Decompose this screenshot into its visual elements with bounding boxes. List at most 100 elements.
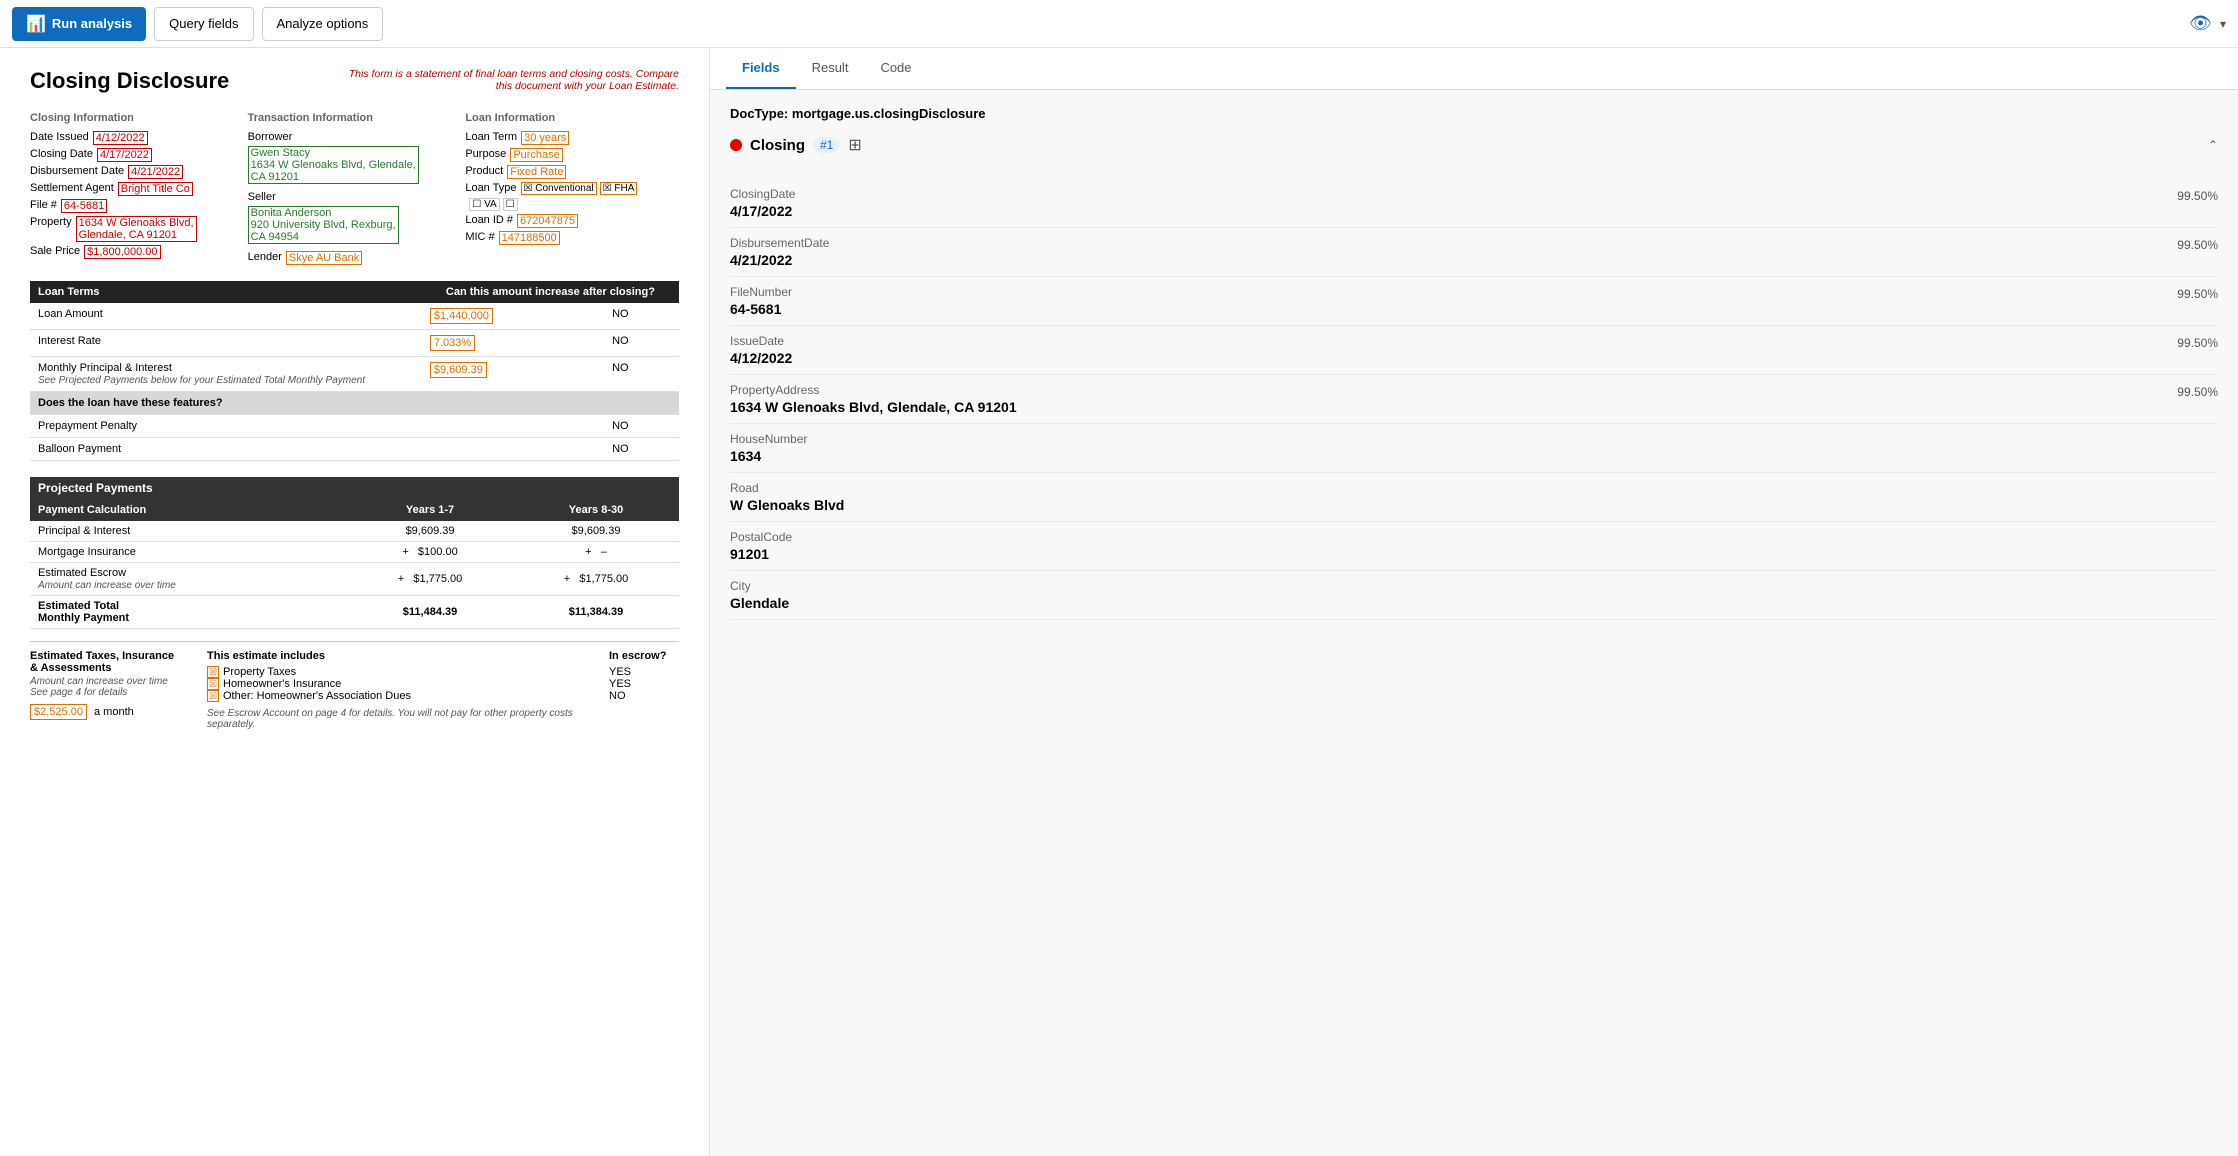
- info-property: Property 1634 W Glenoaks Blvd,Glendale, …: [30, 216, 244, 242]
- field-label: IssueDate: [730, 334, 2177, 348]
- run-analysis-label: Run analysis: [52, 16, 132, 31]
- info-purpose: Purpose Purchase: [465, 148, 679, 162]
- info-settlement-agent: Settlement Agent Bright Title Co: [30, 182, 244, 196]
- field-label: City: [730, 579, 2218, 593]
- grid-icon[interactable]: ⊞: [848, 135, 861, 155]
- run-analysis-button[interactable]: 📊 Run analysis: [12, 7, 146, 41]
- tax-item-3: ☒ Other: Homeowner's Association Dues: [207, 690, 597, 702]
- closing-header: Closing #1 ⊞ ⌃: [730, 135, 2218, 163]
- years-8-30-header: Years 8-30: [513, 499, 679, 521]
- field-row: IssueDate 4/12/202299.50%: [730, 326, 2218, 375]
- toolbar: 📊 Run analysis Query fields Analyze opti…: [0, 0, 2238, 48]
- field-label: HouseNumber: [730, 432, 2218, 446]
- table-row: Loan Amount $1,440,000 NO: [30, 303, 679, 330]
- info-product: Product Fixed Rate: [465, 165, 679, 179]
- field-value: 4/12/2022: [730, 350, 2177, 366]
- taxes-note: See Escrow Account on page 4 for details…: [207, 708, 597, 730]
- info-closing-date: Closing Date 4/17/2022: [30, 148, 244, 162]
- eye-icon[interactable]: 👁: [2189, 13, 2212, 34]
- field-row: ClosingDate 4/17/202299.50%: [730, 179, 2218, 228]
- fields-body: DocType: mortgage.us.closingDisclosure C…: [710, 90, 2238, 1156]
- projected-payments-table: Payment Calculation Years 1-7 Years 8-30…: [30, 499, 679, 629]
- estimated-total-row: Estimated TotalMonthly Payment $11,484.3…: [30, 596, 679, 629]
- field-confidence: 99.50%: [2177, 236, 2218, 252]
- main-layout: Closing Disclosure This form is a statem…: [0, 48, 2238, 1156]
- taxes-right: In escrow? YES YES NO: [609, 650, 679, 730]
- field-value: 1634 W Glenoaks Blvd, Glendale, CA 91201: [730, 399, 2177, 415]
- info-disbursement-date: Disbursement Date 4/21/2022: [30, 165, 244, 179]
- field-confidence: 99.50%: [2177, 334, 2218, 350]
- transaction-info-col: Transaction Information Borrower Gwen St…: [248, 112, 462, 265]
- field-value: W Glenoaks Blvd: [730, 497, 2218, 513]
- closing-info-header: Closing Information: [30, 112, 244, 124]
- fields-list: ClosingDate4/17/202299.50%DisbursementDa…: [730, 179, 2218, 620]
- estimated-total-years-8-30: $11,384.39: [513, 596, 679, 629]
- doctype-row: DocType: mortgage.us.closingDisclosure: [730, 106, 2218, 121]
- info-loan-id: Loan ID # 672047875: [465, 214, 679, 228]
- transaction-info-header: Transaction Information: [248, 112, 462, 124]
- fields-panel: Fields Result Code DocType: mortgage.us.…: [710, 48, 2238, 1156]
- seller-value: Bonita Anderson920 University Blvd, Rexb…: [248, 206, 399, 244]
- taxes-left: Estimated Taxes, Insurance& Assessments …: [30, 650, 195, 730]
- tax-item-1: ☒ Property Taxes: [207, 666, 597, 678]
- field-row: FileNumber64-568199.50%: [730, 277, 2218, 326]
- field-row: PostalCode 91201: [730, 522, 2218, 571]
- taxes-section: Estimated Taxes, Insurance& Assessments …: [30, 641, 679, 730]
- years-1-7-header: Years 1-7: [347, 499, 513, 521]
- info-borrower: Borrower: [248, 131, 462, 143]
- info-lender: Lender Skye AU Bank: [248, 251, 462, 265]
- closing-info-col: Closing Information Date Issued 4/12/202…: [30, 112, 244, 265]
- analyze-options-button[interactable]: Analyze options: [262, 7, 384, 41]
- document-panel: Closing Disclosure This form is a statem…: [0, 48, 710, 1156]
- field-label: PropertyAddress: [730, 383, 2177, 397]
- chevron-down-icon[interactable]: ▾: [2220, 17, 2226, 31]
- projected-payments-header: Projected Payments: [30, 477, 679, 499]
- field-row: City Glendale: [730, 571, 2218, 620]
- field-row: DisbursementDate4/21/202299.50%: [730, 228, 2218, 277]
- field-confidence: 99.50%: [2177, 285, 2218, 301]
- table-row: Principal & Interest $9,609.39 $9,609.39: [30, 521, 679, 542]
- field-label: ClosingDate: [730, 187, 2177, 201]
- tab-result[interactable]: Result: [796, 48, 865, 89]
- table-row: Balloon Payment NO: [30, 438, 679, 461]
- closing-label: Closing: [750, 137, 805, 154]
- info-grid: Closing Information Date Issued 4/12/202…: [30, 112, 679, 265]
- chevron-up-icon[interactable]: ⌃: [2208, 138, 2218, 152]
- info-va: ☐ VA ☐: [465, 198, 679, 211]
- table-row: Does the loan have these features?: [30, 392, 679, 415]
- field-label: DisbursementDate: [730, 236, 2177, 250]
- field-label: PostalCode: [730, 530, 2218, 544]
- info-loan-type: Loan Type ☒ Conventional ☒ FHA: [465, 182, 679, 195]
- loan-terms-table: Loan Terms Can this amount increase afte…: [30, 281, 679, 461]
- table-row: Mortgage Insurance + $100.00 + –: [30, 542, 679, 563]
- closing-badge: #1: [813, 137, 840, 153]
- loan-terms-header: Loan Terms: [30, 281, 422, 303]
- field-row: PropertyAddress 1634 W Glenoaks Blvd, Gle…: [730, 375, 2218, 424]
- tab-code[interactable]: Code: [864, 48, 927, 89]
- info-loan-term: Loan Term 30 years: [465, 131, 679, 145]
- fields-tabs: Fields Result Code: [710, 48, 2238, 90]
- chart-icon: 📊: [26, 14, 46, 34]
- red-dot-icon: [730, 139, 742, 151]
- info-seller: Seller: [248, 191, 462, 203]
- field-value: 4/17/2022: [730, 203, 2177, 219]
- field-value: 91201: [730, 546, 2218, 562]
- borrower-value: Gwen Stacy1634 W Glenoaks Blvd, Glendale…: [248, 146, 419, 184]
- doctype-label: DocType:: [730, 106, 788, 121]
- tab-fields[interactable]: Fields: [726, 48, 796, 89]
- info-date-issued: Date Issued 4/12/2022: [30, 131, 244, 145]
- tax-item-2: ☒ Homeowner's Insurance: [207, 678, 597, 690]
- field-value: Glendale: [730, 595, 2218, 611]
- can-increase-header: Can this amount increase after closing?: [422, 281, 679, 303]
- field-confidence: 99.50%: [2177, 187, 2218, 203]
- estimated-total-years-1-7: $11,484.39: [347, 596, 513, 629]
- table-row: Interest Rate 7.033% NO: [30, 330, 679, 357]
- taxes-mid: This estimate includes ☒ Property Taxes …: [207, 650, 597, 730]
- doctype-value: mortgage.us.closingDisclosure: [792, 106, 986, 121]
- loan-info-col: Loan Information Loan Term 30 years Purp…: [465, 112, 679, 265]
- info-file-number: File # 64-5681: [30, 199, 244, 213]
- field-row: RoadW Glenoaks Blvd: [730, 473, 2218, 522]
- doc-subtitle: This form is a statement of final loan t…: [339, 68, 679, 92]
- taxes-value: $2,525.00: [30, 704, 87, 720]
- query-fields-button[interactable]: Query fields: [154, 7, 253, 41]
